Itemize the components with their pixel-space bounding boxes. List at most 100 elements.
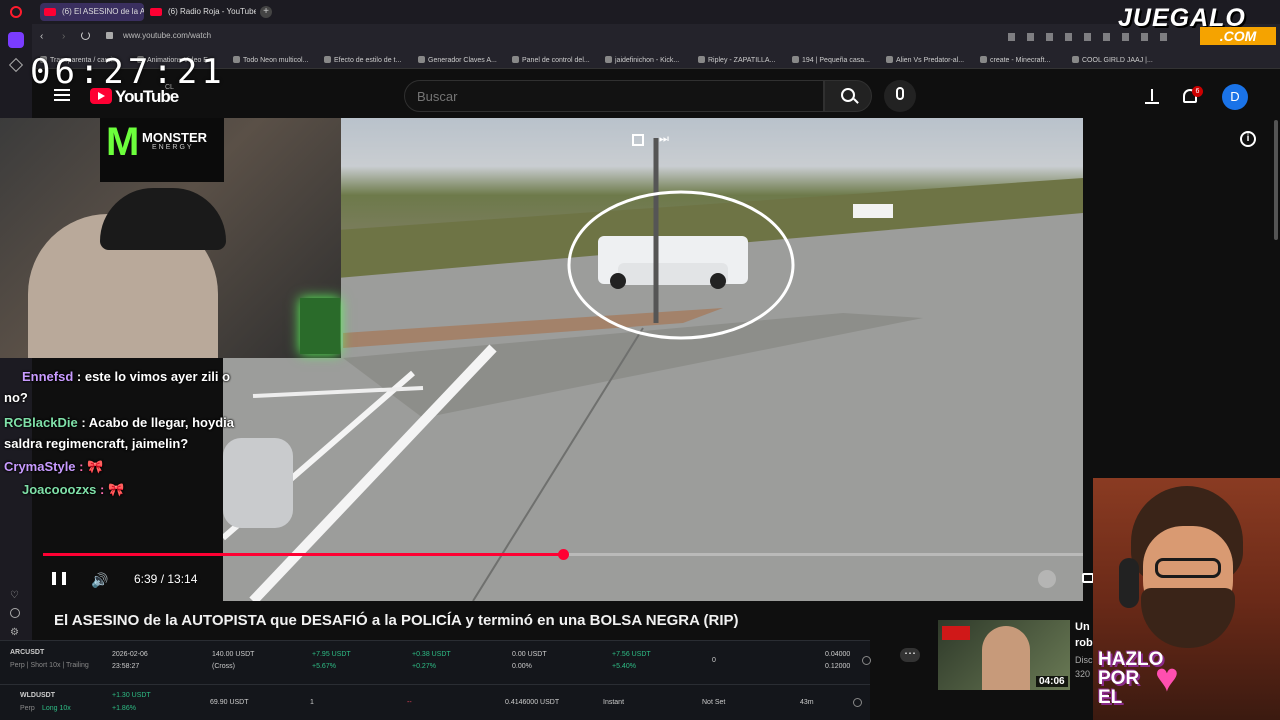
skip-icon[interactable]: ⏭: [659, 133, 669, 146]
row1-price2: 0.12000: [825, 663, 851, 670]
scrollbar[interactable]: [1274, 120, 1278, 240]
stream-chat: Ennefsd : este lo vimos ayer zili o no? …: [0, 358, 252, 526]
related-video-views: 320: [1075, 669, 1091, 679]
chat-user: Joacooozxs: [22, 482, 97, 497]
chat-user: Ennefsd: [22, 369, 74, 384]
stream-clock: 06:27:21: [30, 52, 226, 92]
close-position-icon[interactable]: [862, 656, 871, 665]
row2-tp: Not Set: [702, 699, 726, 706]
juegalo-logo-suffix: .COM: [1200, 27, 1276, 45]
streamer-cap: [100, 188, 226, 250]
voice-search-button[interactable]: [884, 80, 916, 112]
bookmark-item[interactable]: Todo Neon multicol...: [233, 56, 308, 64]
account-avatar[interactable]: D: [1222, 84, 1248, 110]
row2-exec: Instant: [603, 699, 625, 706]
monster-energy-logo: M MONSTER ENERGY: [100, 118, 224, 182]
settings-icon[interactable]: ⚙: [10, 627, 19, 638]
slogan-line: POR: [1098, 668, 1140, 689]
row1-pnl1: +7.95 USDT: [312, 651, 351, 658]
forward-icon[interactable]: ›: [62, 31, 65, 42]
address-bar[interactable]: www.youtube.com/watch: [123, 31, 211, 40]
bookmark-item[interactable]: jaidefinichon - Kick...: [605, 56, 679, 64]
row1-pnl2: +0.38 USDT: [412, 651, 451, 658]
row2-price: 0.4146000 USDT: [505, 699, 560, 706]
home-icon[interactable]: [8, 32, 24, 48]
vtuber-glasses: [1155, 558, 1221, 578]
reload-icon[interactable]: [81, 31, 90, 40]
bookmark-item[interactable]: Ripley - ZAPATILLA...: [698, 56, 775, 64]
lock-icon: [106, 32, 113, 39]
volume-icon[interactable]: 🔊: [91, 572, 108, 589]
vtuber-beard: [1141, 588, 1235, 648]
extension-icons[interactable]: [1008, 33, 1172, 41]
autoplay-toggle[interactable]: [1038, 570, 1056, 588]
tab-label: (6) El ASESINO de la A: [62, 7, 144, 16]
bookmark-item[interactable]: Panel de control del...: [512, 56, 590, 64]
tab-label: (6) Radio Roja - YouTube: [168, 7, 256, 16]
slogan-line: HAZLO: [1098, 649, 1164, 670]
video-frame: [223, 138, 1083, 601]
bookmark-item[interactable]: Alien Vs Predator-al...: [886, 56, 964, 64]
row1-pnl3-percent: +5.40%: [612, 663, 636, 670]
thumbnail-logo: [942, 626, 970, 640]
time-display: 6:39 / 13:14: [134, 572, 198, 586]
chat-message: Joacooozxs : 🎀: [0, 477, 252, 500]
row2-dash: --: [407, 699, 412, 706]
chat-message: CrymaStyle : 🎀: [0, 454, 252, 477]
row1-qty: 0: [712, 657, 716, 664]
row2-pnl-percent: +1.86%: [112, 705, 136, 712]
row-divider: [0, 684, 870, 685]
new-tab-button[interactable]: +: [260, 6, 272, 18]
youtube-tab-icon: [150, 8, 162, 16]
history-icon[interactable]: [10, 608, 20, 618]
row2-margin: 69.90 USDT: [210, 699, 249, 706]
chat-text: : 🎀: [96, 482, 125, 497]
chat-text: : 🎀: [75, 459, 104, 474]
search-button[interactable]: [824, 80, 872, 112]
row1-fee-percent: 0.00%: [512, 663, 532, 670]
video-player[interactable]: [223, 118, 1083, 601]
pause-button[interactable]: [52, 572, 66, 585]
youtube-tab-icon: [44, 8, 56, 16]
chat-user: RCBlackDie: [4, 415, 78, 430]
browser-menu-icon[interactable]: [10, 6, 22, 18]
bookmark-item[interactable]: COOL GIRLD JAAJ |...: [1072, 56, 1153, 64]
back-icon[interactable]: ‹: [40, 31, 43, 42]
related-video-duration: 04:06: [1036, 676, 1068, 687]
search-icon-handle: [853, 98, 859, 104]
row1-margin: 140.00 USDT: [212, 651, 255, 658]
close-position-icon[interactable]: [853, 698, 862, 707]
progress-scrubber[interactable]: [558, 549, 569, 560]
info-icon[interactable]: i: [1240, 131, 1256, 147]
mic-icon: [896, 87, 904, 100]
row2-pair: WLDUSDT: [20, 692, 55, 699]
row1-type: Perp | Short 10x | Trailing: [10, 662, 89, 669]
notification-badge: 6: [1192, 86, 1203, 97]
row2-side: Long 10x: [42, 705, 71, 712]
search-input[interactable]: [404, 80, 824, 112]
row2-type: Perp: [20, 705, 35, 712]
video-title: El ASESINO de la AUTOPISTA que DESAFIÓ a…: [54, 612, 739, 629]
row2-pnl: +1.30 USDT: [112, 692, 151, 699]
slogan-line: EL: [1098, 687, 1123, 708]
bookmark-item[interactable]: create - Minecraft...: [980, 56, 1050, 64]
miniplayer-icon[interactable]: [632, 134, 644, 146]
vtuber-headphones: [1119, 558, 1139, 608]
row2-age: 43m: [800, 699, 814, 706]
bookmark-item[interactable]: Generador Claves A...: [418, 56, 497, 64]
row2-qty: 1: [310, 699, 314, 706]
chat-message: RCBlackDie : Acabo de llegar, hoydia sal…: [0, 408, 252, 454]
bookmark-item[interactable]: 194 | Pequeña casa...: [792, 56, 870, 64]
upload-icon[interactable]: [1145, 88, 1159, 104]
chat-user: CrymaStyle: [4, 459, 76, 474]
progress-bar-played: [43, 553, 563, 556]
thumbnail-person: [982, 626, 1030, 690]
bookmark-item[interactable]: Efecto de estilo de t...: [324, 56, 401, 64]
browser-tab-active[interactable]: (6) El ASESINO de la A: [40, 3, 144, 21]
row1-pnl3: +7.56 USDT: [612, 651, 651, 658]
heart-icon[interactable]: ♡: [10, 590, 19, 601]
chat-message: Ennefsd : este lo vimos ayer zili o no?: [0, 358, 252, 408]
more-options-button[interactable]: ⋯: [900, 647, 920, 662]
vtuber-slogan: HAZLO POR EL: [1098, 650, 1163, 707]
browser-tab[interactable]: (6) Radio Roja - YouTube: [146, 3, 256, 21]
